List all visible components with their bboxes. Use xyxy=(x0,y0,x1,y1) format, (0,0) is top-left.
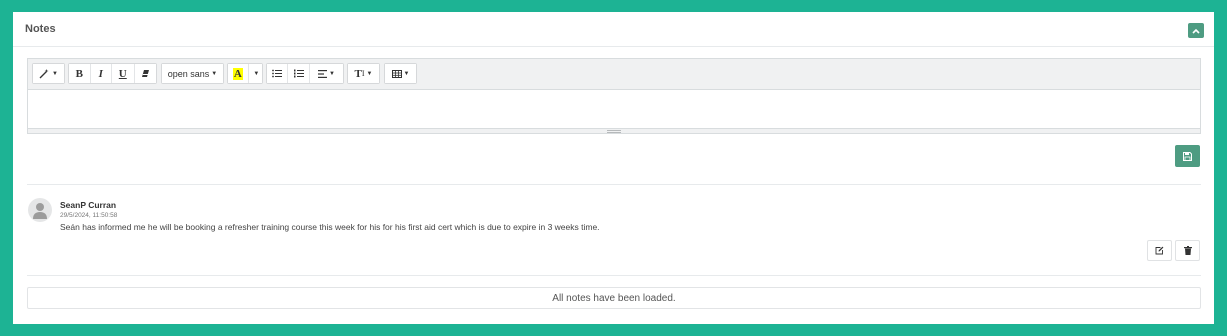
editor-content-area[interactable] xyxy=(28,90,1200,128)
ordered-list-icon xyxy=(293,69,304,78)
delete-note-button[interactable] xyxy=(1175,240,1200,261)
chevron-up-icon xyxy=(1192,28,1200,34)
table-dropdown-button[interactable]: ▼ xyxy=(385,64,416,83)
note-text: Seán has informed me he will be booking … xyxy=(60,222,600,232)
eraser-button[interactable] xyxy=(134,64,156,83)
font-name-label: open sans xyxy=(167,68,210,79)
table-icon xyxy=(391,69,402,78)
note-timestamp: 29/5/2024, 11:50:58 xyxy=(60,212,118,219)
align-dropdown-button[interactable]: ▼ xyxy=(309,64,344,83)
divider xyxy=(27,275,1201,276)
user-icon xyxy=(33,203,47,219)
unordered-list-button[interactable] xyxy=(267,64,289,83)
save-button[interactable] xyxy=(1175,145,1200,167)
chevron-down-icon: ▼ xyxy=(366,70,373,77)
chevron-down-icon: ▼ xyxy=(403,70,410,77)
style-group: ▼ xyxy=(32,63,65,84)
bold-button[interactable]: B xyxy=(69,64,91,83)
text-color-button[interactable]: A xyxy=(228,64,249,83)
ordered-list-button[interactable] xyxy=(288,64,310,83)
text-size-label: T xyxy=(354,67,362,80)
floppy-disk-icon xyxy=(1183,151,1192,161)
chevron-down-icon: ▼ xyxy=(211,70,218,77)
color-dropdown-button[interactable]: ▼ xyxy=(248,64,262,83)
edit-note-button[interactable] xyxy=(1147,240,1172,261)
eraser-icon xyxy=(141,70,149,77)
rich-text-editor: ▼ B I U open sans ▼ A ▼ ▼ T I ▼ ▼ xyxy=(27,58,1201,134)
divider xyxy=(27,184,1201,185)
format-group: B I U xyxy=(68,63,157,84)
notes-loaded-message: All notes have been loaded. xyxy=(27,287,1201,309)
text-color-label: A xyxy=(232,67,243,80)
chevron-down-icon: ▼ xyxy=(253,70,260,77)
grip-icon xyxy=(607,129,621,133)
notes-panel: Notes ▼ B I U open sans ▼ A ▼ ▼ T I ▼ ▼ … xyxy=(13,12,1214,324)
list-group: ▼ xyxy=(266,63,344,84)
text-size-dropdown-button[interactable]: TI ▼ xyxy=(348,64,379,83)
color-group: A ▼ xyxy=(227,63,263,84)
underline-button[interactable]: U xyxy=(112,64,135,83)
avatar xyxy=(28,198,52,222)
style-dropdown-button[interactable]: ▼ xyxy=(33,64,64,83)
edit-icon xyxy=(1155,246,1164,255)
font-dropdown-button[interactable]: open sans ▼ xyxy=(162,64,223,83)
italic-button[interactable]: I xyxy=(90,64,113,83)
trash-icon xyxy=(1183,246,1192,255)
chevron-down-icon: ▼ xyxy=(52,70,58,77)
editor-toolbar: ▼ B I U open sans ▼ A ▼ ▼ T I ▼ ▼ xyxy=(28,59,1200,90)
panel-title: Notes xyxy=(25,23,56,35)
text-size-group: TI ▼ xyxy=(347,63,380,84)
editor-resize-handle[interactable] xyxy=(28,128,1200,133)
text-size-sup: I xyxy=(361,69,365,78)
panel-header: Notes xyxy=(13,12,1214,47)
note-author: SeanP Curran xyxy=(60,200,117,210)
chevron-down-icon: ▼ xyxy=(328,70,335,77)
font-group: open sans ▼ xyxy=(161,63,224,84)
unordered-list-icon xyxy=(272,69,283,78)
magic-wand-icon xyxy=(39,69,49,79)
collapse-button[interactable] xyxy=(1188,23,1204,38)
align-icon xyxy=(317,69,327,78)
table-group: ▼ xyxy=(384,63,417,84)
